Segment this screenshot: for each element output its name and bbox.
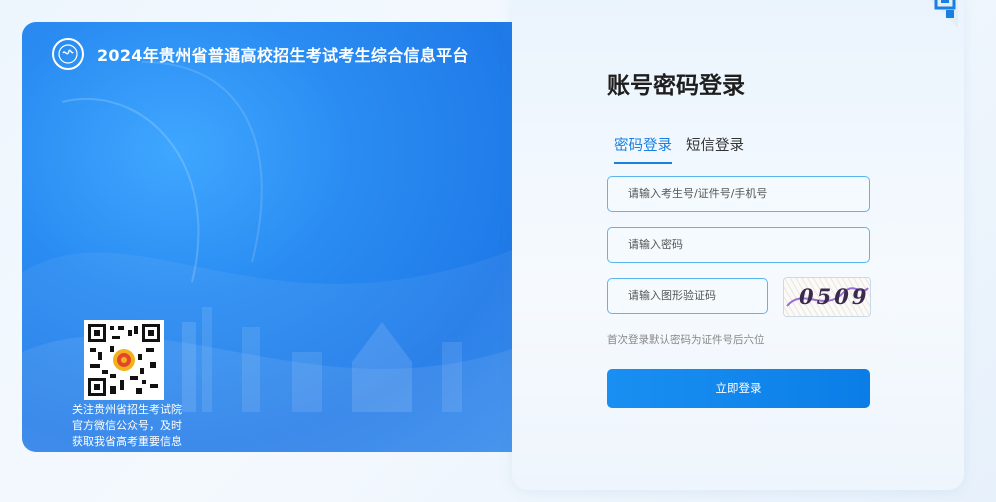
wechat-qr-code xyxy=(84,320,164,400)
captcha-input[interactable]: 请输入图形验证码 xyxy=(607,278,768,314)
tab-password-login[interactable]: 密码登录 xyxy=(614,134,672,164)
login-heading: 账号密码登录 xyxy=(607,73,745,99)
banner-panel: 2024年贵州省普通高校招生考试考生综合信息平台 关注贵州省招生考试院 官方微信… xyxy=(22,22,532,452)
login-mode-tabs: 密码登录 短信登录 xyxy=(614,134,758,164)
exam-authority-logo-icon xyxy=(52,38,84,70)
login-card: 账号密码登录 密码登录 短信登录 请输入考生号/证件号/手机号 请输入密码 请输… xyxy=(512,0,964,490)
login-submit-button[interactable]: 立即登录 xyxy=(607,369,870,408)
tab-sms-login[interactable]: 短信登录 xyxy=(686,134,744,164)
captcha-text: 0509 xyxy=(799,284,869,309)
captcha-image[interactable]: 0509 xyxy=(783,277,871,317)
qr-caption-line: 官方微信公众号，及时 xyxy=(72,419,182,432)
qr-caption-line: 获取我省高考重要信息 xyxy=(72,435,182,448)
platform-title: 2024年贵州省普通高校招生考试考生综合信息平台 xyxy=(97,46,469,65)
qr-login-toggle-icon[interactable] xyxy=(908,0,958,28)
account-input[interactable]: 请输入考生号/证件号/手机号 xyxy=(607,176,870,212)
qr-caption-line: 关注贵州省招生考试院 xyxy=(72,403,182,416)
default-password-hint: 首次登录默认密码为证件号后六位 xyxy=(607,334,765,346)
password-input[interactable]: 请输入密码 xyxy=(607,227,870,263)
qr-caption: 关注贵州省招生考试院 官方微信公众号，及时 获取我省高考重要信息 xyxy=(52,402,202,450)
